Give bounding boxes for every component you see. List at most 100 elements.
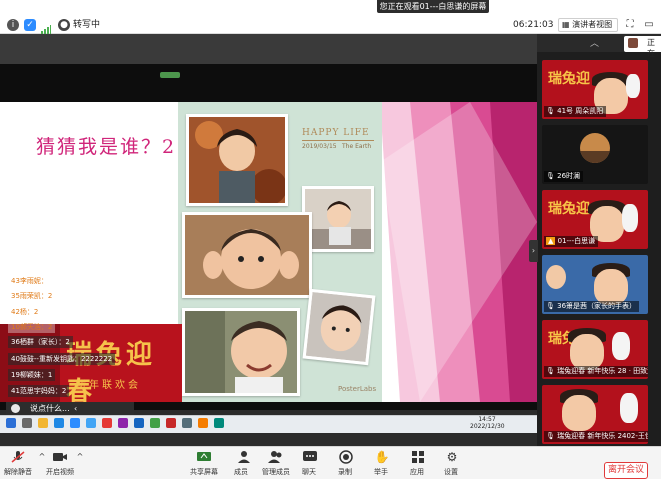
- shared-screen-header: [0, 34, 537, 64]
- chevron-up-icon[interactable]: ^: [72, 450, 88, 464]
- hand-icon[interactable]: ✋: [374, 450, 390, 464]
- info-icon[interactable]: i: [7, 19, 19, 31]
- view-mode-button[interactable]: ▦ 演讲者视图: [558, 18, 618, 32]
- app-icon: [182, 418, 192, 428]
- participant-tile[interactable]: 🎙 瑞兔迎春 新年快乐 2402-王佳琪: [542, 385, 648, 444]
- video-label[interactable]: 开启视频: [46, 467, 74, 477]
- record-icon[interactable]: [338, 450, 354, 464]
- mic-icon: 🎙: [546, 107, 555, 115]
- meeting-timer: 06:21:03: [513, 20, 554, 30]
- photo-baby-face: [302, 288, 376, 366]
- raise-hand-label[interactable]: 举手: [374, 467, 388, 477]
- shared-taskbar: [0, 415, 537, 433]
- photo-baby-car: [302, 186, 374, 252]
- happy-life-date: 2019/03/15: [302, 143, 337, 150]
- participant-name-text: 41号 周朵凯阳: [557, 107, 604, 115]
- word-icon: [134, 418, 144, 428]
- taskbar-time: 14:57: [478, 416, 496, 423]
- participant-tile[interactable]: 🎙 36箫是茜（家长的手表）: [542, 255, 648, 314]
- participant-name: ▲ 01---白思谦: [544, 236, 599, 247]
- rabbit-decoration: [620, 393, 638, 423]
- participant-name-text: 瑞兔迎春 新年快乐 2402-王佳琪: [557, 432, 648, 440]
- windows-start-icon: [6, 418, 16, 428]
- video-icon[interactable]: [52, 450, 68, 464]
- share-screen-label[interactable]: 共享屏幕: [190, 467, 218, 477]
- photo-girl-leaves: [186, 114, 288, 206]
- avatar: [628, 38, 638, 48]
- chat-collapse-icon[interactable]: ‹: [74, 402, 77, 415]
- participant-tile[interactable]: 瑞兔迎 🎙 瑞兔迎春 新年快乐 28 · 田致远: [542, 320, 648, 379]
- unmute-label[interactable]: 解除静音: [4, 467, 32, 477]
- close-icon[interactable]: ▭: [643, 19, 655, 31]
- apps-label[interactable]: 应用: [410, 467, 424, 477]
- avatar: [580, 133, 610, 163]
- participant-name: 🎙 36箫是茜（家长的手表）: [544, 301, 640, 312]
- scroll-up-icon[interactable]: ︿: [590, 36, 599, 49]
- participant-name-text: 瑞兔迎春 新年快乐 28 · 田致远: [557, 367, 648, 375]
- app-icon: [214, 418, 224, 428]
- host-icon: ▲: [546, 237, 556, 245]
- rabbit-decoration: [626, 74, 640, 98]
- browser-icon: [86, 418, 96, 428]
- share-screen-icon[interactable]: [196, 450, 212, 464]
- chat-input-placeholder[interactable]: 说点什么...: [30, 403, 70, 414]
- photo-baby-smile: [182, 308, 300, 396]
- signal-icon[interactable]: [41, 20, 51, 35]
- settings-label[interactable]: 设置: [444, 467, 458, 477]
- banner-subtitle: 新年联欢会: [76, 380, 141, 391]
- caption-icon[interactable]: ●: [58, 19, 70, 31]
- mic-icon[interactable]: [10, 450, 26, 464]
- grid-view-icon: ▦: [562, 20, 570, 29]
- chevron-up-icon[interactable]: ^: [34, 450, 50, 464]
- participant-face: [594, 269, 628, 305]
- tile-banner-text: 瑞兔迎: [548, 201, 590, 217]
- happy-life-divider: [302, 140, 374, 141]
- screen-share-banner: 您正在观看01---白思谦的屏幕: [377, 0, 489, 13]
- happy-life-title: HAPPY LIFE: [302, 128, 370, 138]
- participant-name: 🎙 26时澜: [544, 171, 584, 182]
- record-label[interactable]: 录制: [338, 467, 352, 477]
- participant-name: 🎙 41号 周朵凯阳: [544, 106, 607, 117]
- tile-banner-text: 瑞兔迎: [548, 71, 590, 87]
- mic-icon: 🎙: [546, 432, 555, 440]
- self-label: 正在: [647, 38, 655, 58]
- banner-title: 瑞兔迎春: [66, 340, 157, 402]
- taskbar-date: 2022/12/30: [470, 423, 505, 430]
- mic-icon: 🎙: [546, 367, 555, 375]
- chat-input-bar[interactable]: [6, 402, 134, 415]
- manage-icon[interactable]: [268, 450, 284, 464]
- participant-tile[interactable]: 瑞兔迎 🎙 41号 周朵凯阳: [542, 60, 648, 119]
- shield-icon[interactable]: ✓: [24, 19, 36, 31]
- search-icon: [22, 418, 32, 428]
- chat-app-icon: [150, 418, 160, 428]
- participants-icon[interactable]: [236, 450, 252, 464]
- edge-icon: [54, 418, 64, 428]
- taskbar-clock: 14:57 2022/12/30: [470, 416, 505, 430]
- rabbit-decoration: [612, 332, 630, 360]
- participant-face: [546, 265, 566, 289]
- app-icon: [198, 418, 208, 428]
- participant-tile[interactable]: 🎙 26时澜: [542, 125, 648, 184]
- folder-icon: [38, 418, 48, 428]
- panel-toggle-icon[interactable]: ›: [529, 240, 538, 262]
- participant-name: 🎙 瑞兔迎春 新年快乐 28 · 田致远: [544, 366, 648, 377]
- settings-icon[interactable]: ⚙: [444, 450, 460, 464]
- chat-icon[interactable]: [302, 450, 318, 464]
- participant-name-text: 26时澜: [557, 172, 581, 180]
- fullscreen-icon[interactable]: ⛶: [624, 19, 636, 31]
- participant-face: [570, 334, 604, 370]
- pink-decoration: [380, 102, 537, 402]
- caption-status-label[interactable]: 转写中: [73, 19, 100, 31]
- share-indicator: [160, 72, 180, 78]
- leave-meeting-button[interactable]: 离开会议: [604, 462, 648, 479]
- happy-life-place: The Earth: [342, 143, 372, 150]
- apps-icon[interactable]: [410, 450, 426, 464]
- participant-tile[interactable]: 瑞兔迎 ▲ 01---白思谦: [542, 190, 648, 249]
- participant-name-text: 01---白思谦: [557, 237, 596, 245]
- chat-label[interactable]: 聊天: [302, 467, 316, 477]
- participants-label[interactable]: 成员: [234, 467, 248, 477]
- meeting-controls-bar: [0, 446, 661, 479]
- participant-face: [562, 395, 596, 431]
- manage-label[interactable]: 管理成员: [262, 467, 290, 477]
- overlay-message: 36栖群（家长）：2: [8, 336, 73, 348]
